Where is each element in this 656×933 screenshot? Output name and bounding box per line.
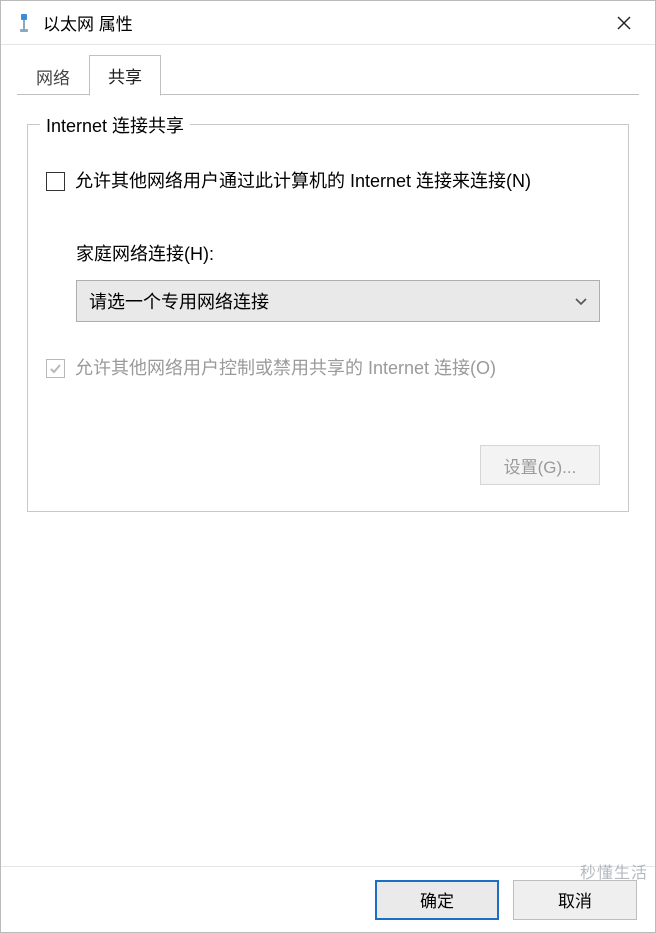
- close-button[interactable]: [601, 1, 647, 45]
- titlebar: 以太网 属性: [1, 1, 655, 45]
- settings-row: 设置(G)...: [46, 445, 600, 485]
- ics-groupbox: Internet 连接共享 允许其他网络用户通过此计算机的 Internet 连…: [27, 124, 629, 512]
- tab-strip: 网络 共享: [1, 45, 655, 95]
- checkbox-box-icon: [46, 172, 65, 191]
- checkbox-box-icon: [46, 359, 65, 378]
- tab-sharing[interactable]: 共享: [89, 55, 161, 96]
- allow-control-label: 允许其他网络用户控制或禁用共享的 Internet 连接(O): [75, 356, 496, 381]
- home-network-combobox[interactable]: 请选一个专用网络连接: [76, 280, 600, 322]
- tab-content: Internet 连接共享 允许其他网络用户通过此计算机的 Internet 连…: [1, 96, 655, 866]
- ethernet-icon: [15, 14, 33, 32]
- cancel-button[interactable]: 取消: [513, 880, 637, 920]
- tab-network[interactable]: 网络: [17, 56, 89, 96]
- allow-control-checkbox: 允许其他网络用户控制或禁用共享的 Internet 连接(O): [46, 356, 610, 381]
- combobox-value: 请选一个专用网络连接: [89, 288, 269, 314]
- dialog-footer: 确定 取消: [1, 866, 655, 932]
- home-network-label: 家庭网络连接(H):: [76, 240, 610, 266]
- close-icon: [617, 16, 631, 30]
- ok-button[interactable]: 确定: [375, 880, 499, 920]
- allow-connect-label: 允许其他网络用户通过此计算机的 Internet 连接来连接(N): [75, 169, 531, 194]
- window-title: 以太网 属性: [43, 10, 601, 35]
- settings-button: 设置(G)...: [480, 445, 600, 485]
- checkmark-icon: [49, 362, 62, 375]
- dialog-window: 以太网 属性 网络 共享 Internet 连接共享 允许其他网络用户通过此计算…: [0, 0, 656, 933]
- chevron-down-icon: [575, 294, 587, 309]
- allow-connect-checkbox[interactable]: 允许其他网络用户通过此计算机的 Internet 连接来连接(N): [46, 169, 610, 194]
- groupbox-legend: Internet 连接共享: [40, 112, 190, 138]
